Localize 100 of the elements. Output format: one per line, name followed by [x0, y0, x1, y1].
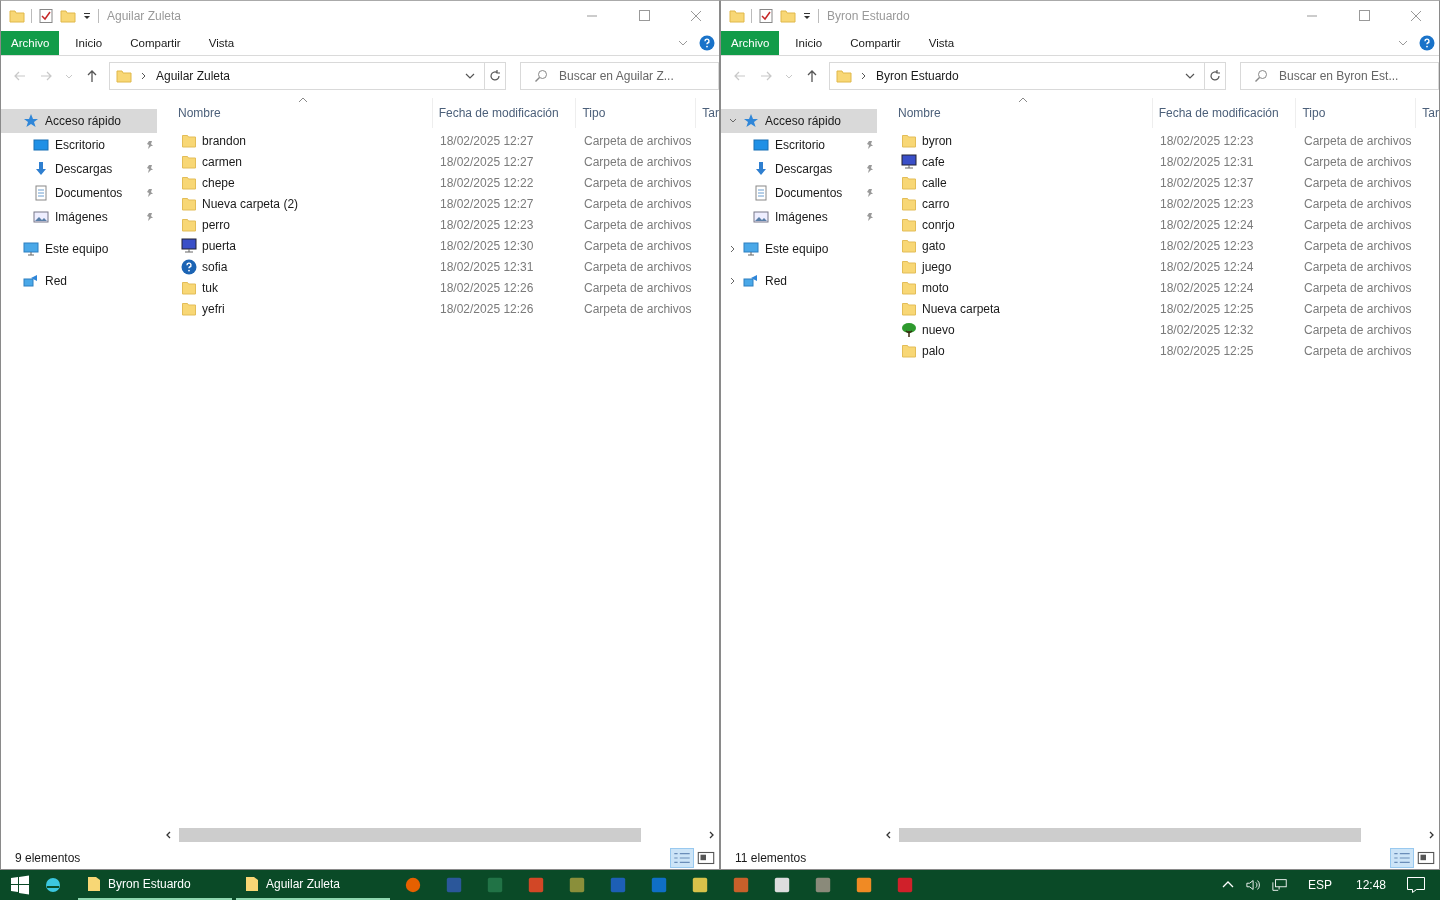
nav-item[interactable]: Escritorio [721, 133, 877, 157]
file-name[interactable]: cafe [922, 154, 945, 169]
network-icon[interactable] [1271, 878, 1288, 892]
properties-icon[interactable] [758, 8, 774, 24]
file-name[interactable]: brandon [202, 133, 247, 148]
windows-start-icon[interactable] [10, 875, 30, 895]
forward-arrow-icon[interactable] [39, 69, 53, 83]
dropdown-icon[interactable] [802, 11, 812, 21]
nav-item[interactable]: Acceso rápido [721, 109, 877, 133]
pin-icon[interactable] [145, 140, 155, 150]
pin-icon[interactable] [865, 164, 875, 174]
help-icon[interactable] [699, 35, 715, 51]
chevron-right-icon[interactable] [729, 245, 737, 253]
up-arrow-icon[interactable] [85, 69, 99, 83]
nav-item[interactable]: Escritorio [1, 133, 157, 157]
folder-icon[interactable] [729, 8, 745, 24]
nav-item[interactable]: Red [1, 269, 157, 293]
file-name[interactable]: yefri [202, 301, 225, 316]
ribbon-tab[interactable]: Compartir [116, 31, 195, 55]
file-name[interactable]: nuevo [922, 322, 955, 337]
address-bar[interactable]: Aguilar Zuleta [109, 62, 485, 90]
help-icon[interactable] [1419, 35, 1435, 51]
file-name[interactable]: Nueva carpeta (2) [202, 196, 299, 211]
nav-item[interactable]: Documentos [1, 181, 157, 205]
nav-item[interactable]: Documentos [721, 181, 877, 205]
back-arrow-icon[interactable] [13, 69, 27, 83]
file-name[interactable]: sofia [202, 259, 228, 274]
large-icons-view-icon[interactable] [695, 849, 717, 867]
nav-item[interactable]: Descargas [1, 157, 157, 181]
large-icons-view-icon[interactable] [1415, 849, 1437, 867]
file-name[interactable]: conrjo [922, 217, 955, 232]
language-indicator[interactable]: ESP [1307, 878, 1332, 892]
scroll-left-icon[interactable] [885, 830, 893, 839]
file-name[interactable]: perro [202, 217, 230, 232]
nav-item[interactable]: Imágenes [721, 205, 877, 229]
ribbon-tab[interactable]: Vista [194, 31, 249, 55]
properties-icon[interactable] [38, 8, 54, 24]
nav-item[interactable]: Red [721, 269, 877, 293]
column-header[interactable]: Tipo [1296, 98, 1417, 128]
pin-icon[interactable] [865, 212, 875, 222]
file-name[interactable]: chepe [202, 175, 235, 190]
file-name[interactable]: gato [922, 238, 946, 253]
column-header[interactable]: Fecha de modificación [432, 98, 577, 128]
up-arrow-icon[interactable] [805, 69, 819, 83]
back-arrow-icon[interactable] [733, 69, 747, 83]
file-name[interactable]: palo [922, 343, 945, 358]
file-name[interactable]: carro [922, 196, 950, 211]
pin-icon[interactable] [865, 140, 875, 150]
speaker-icon[interactable] [1245, 878, 1262, 892]
column-header[interactable]: Nombre [161, 98, 433, 128]
refresh-button[interactable] [1204, 62, 1226, 90]
pin-icon[interactable] [145, 212, 155, 222]
pin-icon[interactable] [145, 188, 155, 198]
nav-item[interactable]: Acceso rápido [1, 109, 157, 133]
scroll-left-icon[interactable] [165, 830, 173, 839]
file-name[interactable]: juego [922, 259, 952, 274]
clock[interactable]: 12:48 [1355, 878, 1386, 892]
search-field[interactable]: Buscar en Aguilar Z... [520, 62, 719, 90]
column-header[interactable]: Nombre [881, 98, 1153, 128]
search-field[interactable]: Buscar en Byron Est... [1240, 62, 1439, 90]
recent-dropdown-icon[interactable] [65, 72, 73, 80]
file-name[interactable]: tuk [202, 280, 218, 295]
scrollbar-thumb[interactable] [179, 827, 641, 842]
recent-dropdown-icon[interactable] [785, 72, 793, 80]
file-name[interactable]: calle [922, 175, 947, 190]
address-bar[interactable]: Byron Estuardo [829, 62, 1205, 90]
new-folder-icon[interactable] [60, 8, 76, 24]
ribbon-tab[interactable]: Vista [914, 31, 969, 55]
nav-item[interactable]: Imágenes [1, 205, 157, 229]
column-header[interactable]: Tar [1416, 98, 1439, 128]
file-name[interactable]: carmen [202, 154, 242, 169]
chevron-right-icon[interactable] [860, 72, 868, 80]
nav-item[interactable]: Descargas [721, 157, 877, 181]
scroll-right-icon[interactable] [707, 830, 715, 839]
file-tab[interactable]: Archivo [721, 31, 780, 55]
refresh-button[interactable] [484, 62, 506, 90]
chevron-right-icon[interactable] [729, 277, 737, 285]
ribbon-tab[interactable]: Inicio [61, 31, 117, 55]
scrollbar-thumb[interactable] [899, 827, 1361, 842]
nav-item[interactable]: Este equipo [1, 237, 157, 261]
nav-item[interactable]: Este equipo [721, 237, 877, 261]
ribbon-tab[interactable]: Compartir [836, 31, 915, 55]
taskbar-window-button[interactable]: Byron Estuardo [78, 870, 232, 900]
chevron-down-icon[interactable] [729, 117, 737, 125]
dropdown-icon[interactable] [82, 11, 92, 21]
file-name[interactable]: moto [922, 280, 949, 295]
taskbar-window-button[interactable]: Aguilar Zuleta [236, 870, 390, 900]
file-name[interactable]: byron [922, 133, 953, 148]
pin-icon[interactable] [145, 164, 155, 174]
file-tab[interactable]: Archivo [1, 31, 60, 55]
column-header[interactable]: Tipo [576, 98, 697, 128]
pin-icon[interactable] [865, 188, 875, 198]
ribbon-tab[interactable]: Inicio [781, 31, 837, 55]
new-folder-icon[interactable] [780, 8, 796, 24]
notification-icon[interactable] [1406, 876, 1426, 894]
folder-icon[interactable] [9, 8, 25, 24]
file-name[interactable]: puerta [202, 238, 237, 253]
chevron-right-icon[interactable] [140, 72, 148, 80]
column-header[interactable]: Tar [696, 98, 719, 128]
scroll-right-icon[interactable] [1427, 830, 1435, 839]
